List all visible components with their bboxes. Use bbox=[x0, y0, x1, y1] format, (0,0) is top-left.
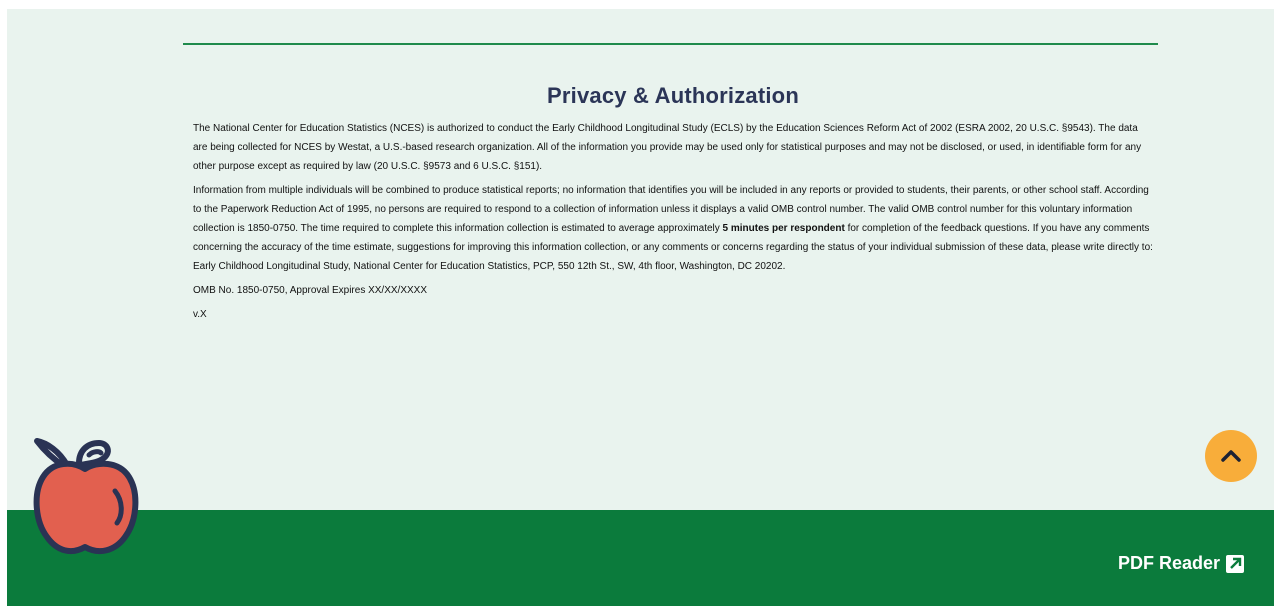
site-footer: PDF Reader bbox=[7, 510, 1274, 606]
time-estimate-emphasis: 5 minutes per respondent bbox=[722, 223, 845, 234]
scroll-to-top-button[interactable] bbox=[1205, 430, 1257, 482]
omb-statement: OMB No. 1850-0750, Approval Expires XX/X… bbox=[193, 285, 428, 296]
version-label: v.X bbox=[193, 309, 207, 320]
chevron-up-icon bbox=[1221, 450, 1241, 462]
page-body: Privacy & Authorization The National Cen… bbox=[7, 9, 1274, 606]
external-link-icon bbox=[1226, 554, 1244, 573]
section-divider bbox=[183, 43, 1158, 45]
privacy-paragraph-authority: The National Center for Education Statis… bbox=[193, 123, 1142, 172]
apple-icon bbox=[33, 438, 139, 555]
pdf-reader-link[interactable]: PDF Reader bbox=[1118, 553, 1244, 574]
privacy-paragraph-reporting: Information from multiple individuals wi… bbox=[193, 181, 1153, 276]
privacy-title: Privacy & Authorization bbox=[547, 83, 799, 108]
pdf-reader-label: PDF Reader bbox=[1117, 553, 1220, 573]
privacy-section: Privacy & Authorization The National Cen… bbox=[193, 83, 1153, 329]
